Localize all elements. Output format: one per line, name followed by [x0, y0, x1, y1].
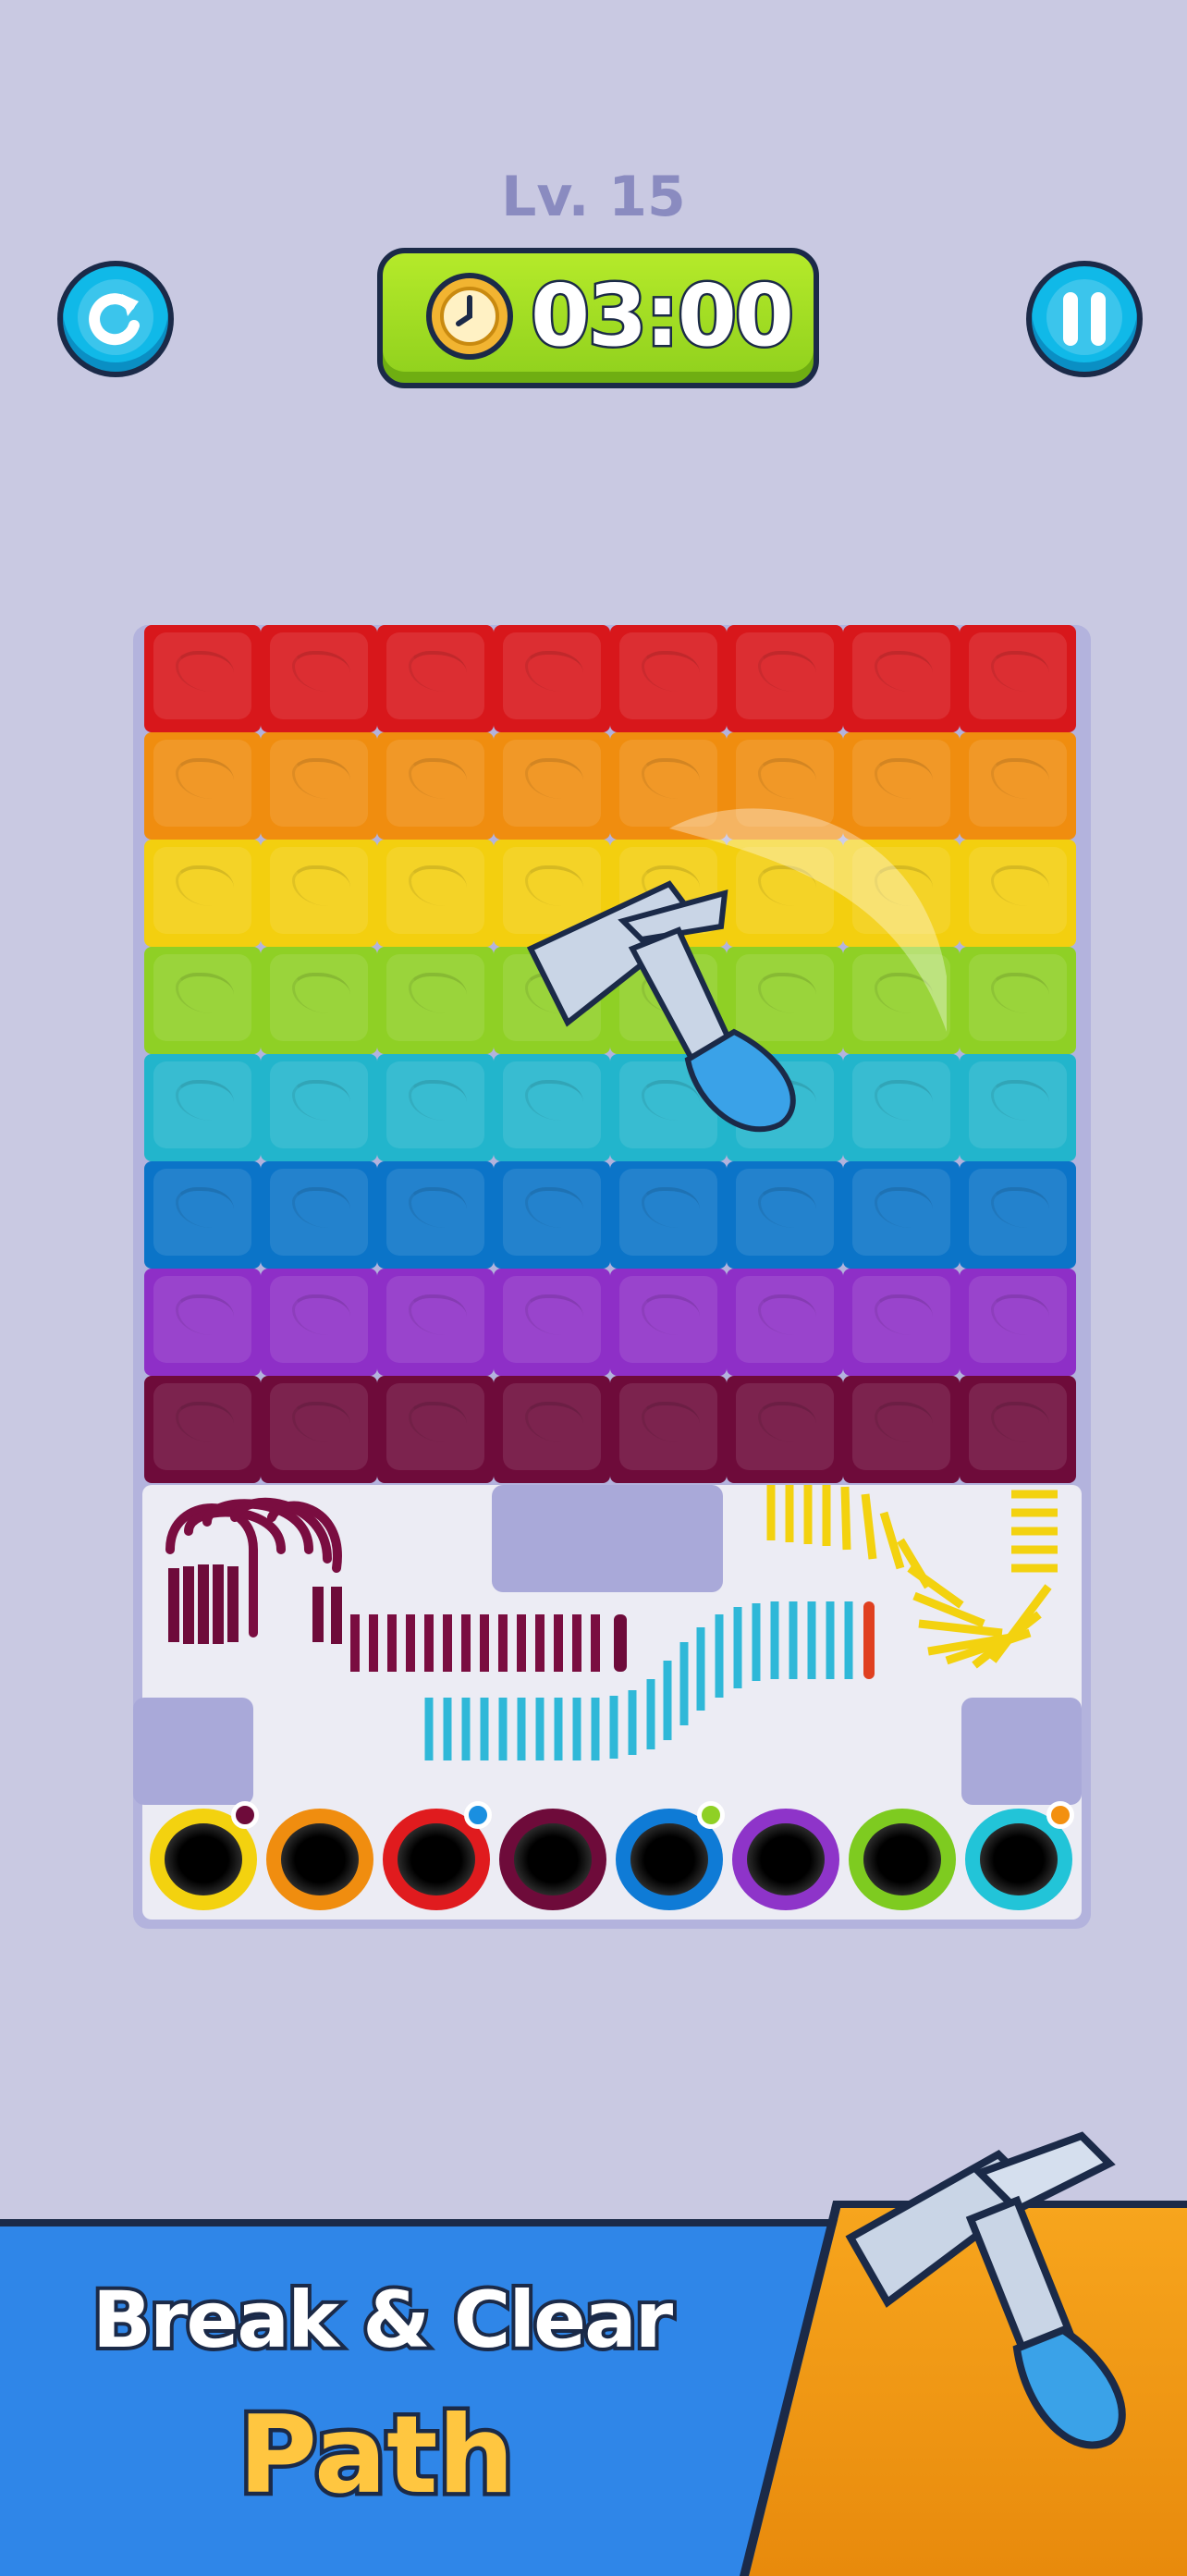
color-hole [266, 1809, 373, 1910]
color-block[interactable] [261, 625, 377, 732]
color-block[interactable] [610, 625, 727, 732]
color-block[interactable] [377, 1376, 494, 1483]
color-block[interactable] [261, 1269, 377, 1376]
color-block[interactable] [144, 625, 261, 732]
hammer-icon[interactable] [512, 791, 956, 1180]
hole-indicator-dot [1046, 1801, 1074, 1829]
color-block[interactable] [261, 840, 377, 947]
color-block[interactable] [727, 1269, 843, 1376]
color-block[interactable] [960, 840, 1076, 947]
color-hole [732, 1809, 839, 1910]
color-hole [849, 1809, 956, 1910]
color-block[interactable] [144, 1269, 261, 1376]
color-block[interactable] [377, 947, 494, 1054]
hammer-icon [845, 2131, 1126, 2449]
color-block[interactable] [727, 625, 843, 732]
color-block[interactable] [610, 1269, 727, 1376]
empty-cell [133, 1698, 253, 1805]
hole-indicator-dot [464, 1801, 492, 1829]
banner-title: Break & Clear [89, 2271, 677, 2369]
color-block[interactable] [960, 1376, 1076, 1483]
color-block[interactable] [144, 840, 261, 947]
pause-icon [1063, 292, 1106, 346]
color-block[interactable] [843, 1376, 960, 1483]
color-block[interactable] [144, 1376, 261, 1483]
color-hole [499, 1809, 606, 1910]
color-block[interactable] [377, 732, 494, 840]
color-block[interactable] [960, 1054, 1076, 1161]
timer-pill: 03:00 [377, 248, 819, 388]
color-block[interactable] [610, 1376, 727, 1483]
banner-subtitle: Path [234, 2389, 518, 2522]
restart-icon [89, 293, 140, 346]
color-block[interactable] [843, 1269, 960, 1376]
color-block[interactable] [960, 947, 1076, 1054]
color-block[interactable] [494, 625, 610, 732]
hole-indicator-dot [231, 1801, 259, 1829]
color-block[interactable] [377, 1054, 494, 1161]
color-block[interactable] [377, 625, 494, 732]
game-board [133, 625, 1091, 1929]
level-label: Lv. 15 [501, 165, 686, 229]
color-block[interactable] [960, 625, 1076, 732]
restart-button[interactable] [57, 261, 174, 377]
pause-button[interactable] [1026, 261, 1143, 377]
color-block[interactable] [261, 1161, 377, 1269]
color-block[interactable] [960, 732, 1076, 840]
color-block[interactable] [494, 1269, 610, 1376]
color-block[interactable] [261, 947, 377, 1054]
color-block[interactable] [494, 1376, 610, 1483]
color-block[interactable] [261, 1054, 377, 1161]
color-block[interactable] [960, 1161, 1076, 1269]
color-block[interactable] [144, 732, 261, 840]
clock-icon [426, 273, 513, 360]
color-block[interactable] [377, 1161, 494, 1269]
color-block[interactable] [377, 840, 494, 947]
color-block[interactable] [377, 1269, 494, 1376]
color-block[interactable] [843, 625, 960, 732]
color-block[interactable] [727, 1376, 843, 1483]
color-block[interactable] [144, 1054, 261, 1161]
color-block[interactable] [144, 947, 261, 1054]
yellow-spring[interactable] [762, 1476, 1076, 1679]
color-block[interactable] [261, 732, 377, 840]
color-block[interactable] [261, 1376, 377, 1483]
color-block[interactable] [144, 1161, 261, 1269]
hole-indicator-dot [697, 1801, 725, 1829]
timer-text: 03:00 [529, 264, 797, 368]
color-block[interactable] [960, 1269, 1076, 1376]
